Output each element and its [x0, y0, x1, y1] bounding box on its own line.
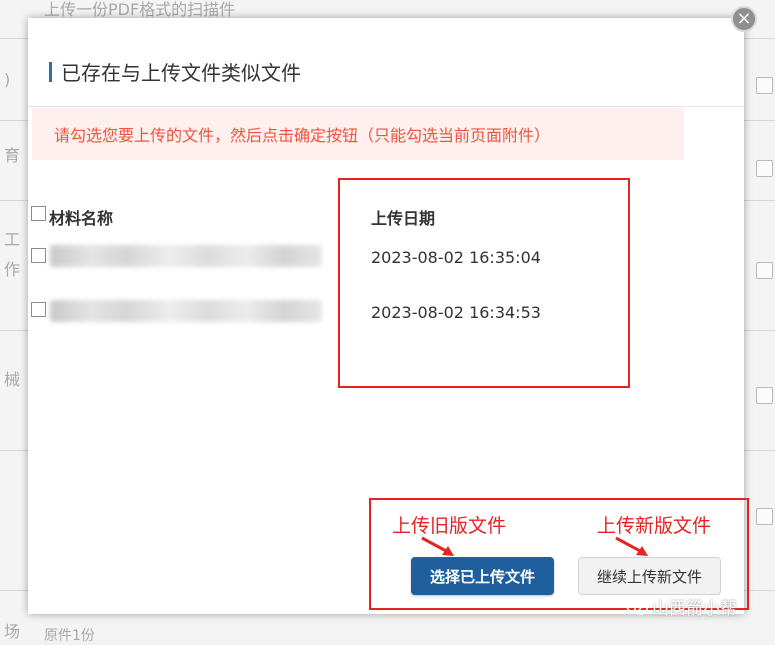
notice-banner: 请勾选您要上传的文件，然后点击确定按钮（只能勾选当前页面附件）	[32, 108, 684, 160]
bg-fragment: )	[4, 70, 11, 89]
bg-checkbox[interactable]	[756, 160, 773, 177]
bg-fragment: 械	[4, 370, 21, 389]
row-checkbox[interactable]	[31, 302, 46, 317]
bg-checkbox[interactable]	[756, 262, 773, 279]
bg-fragment: 场	[4, 622, 21, 641]
bg-fragment: 作	[4, 260, 21, 279]
bg-checkbox[interactable]	[756, 77, 773, 94]
select-uploaded-file-button[interactable]: 选择已上传文件	[411, 557, 554, 595]
file-name-blurred	[50, 300, 322, 322]
bg-top-text: 上传一份PDF格式的扫描件	[44, 0, 236, 19]
row-checkbox[interactable]	[31, 248, 46, 263]
continue-upload-new-file-button[interactable]: 继续上传新文件	[578, 557, 721, 595]
bg-checkbox[interactable]	[756, 508, 773, 525]
column-header-name: 材料名称	[49, 209, 114, 228]
bg-bottom-text: 原件1份	[44, 628, 95, 644]
bg-checkbox[interactable]	[756, 387, 773, 404]
wechat-icon	[626, 598, 648, 615]
watermark-text: 山西箭小帮	[652, 599, 737, 619]
watermark: 山西箭小帮	[626, 594, 737, 619]
close-icon[interactable]: ×	[731, 6, 757, 32]
dialog-header: 已存在与上传文件类似文件	[28, 18, 744, 107]
bg-fragment: 育	[4, 146, 21, 165]
date-column-highlight	[338, 178, 630, 388]
title-accent-bar	[49, 62, 52, 82]
select-all-checkbox[interactable]	[31, 206, 46, 221]
dialog-title: 已存在与上传文件类似文件	[61, 61, 301, 85]
file-name-blurred	[50, 245, 322, 267]
bg-fragment: 工	[4, 230, 21, 249]
